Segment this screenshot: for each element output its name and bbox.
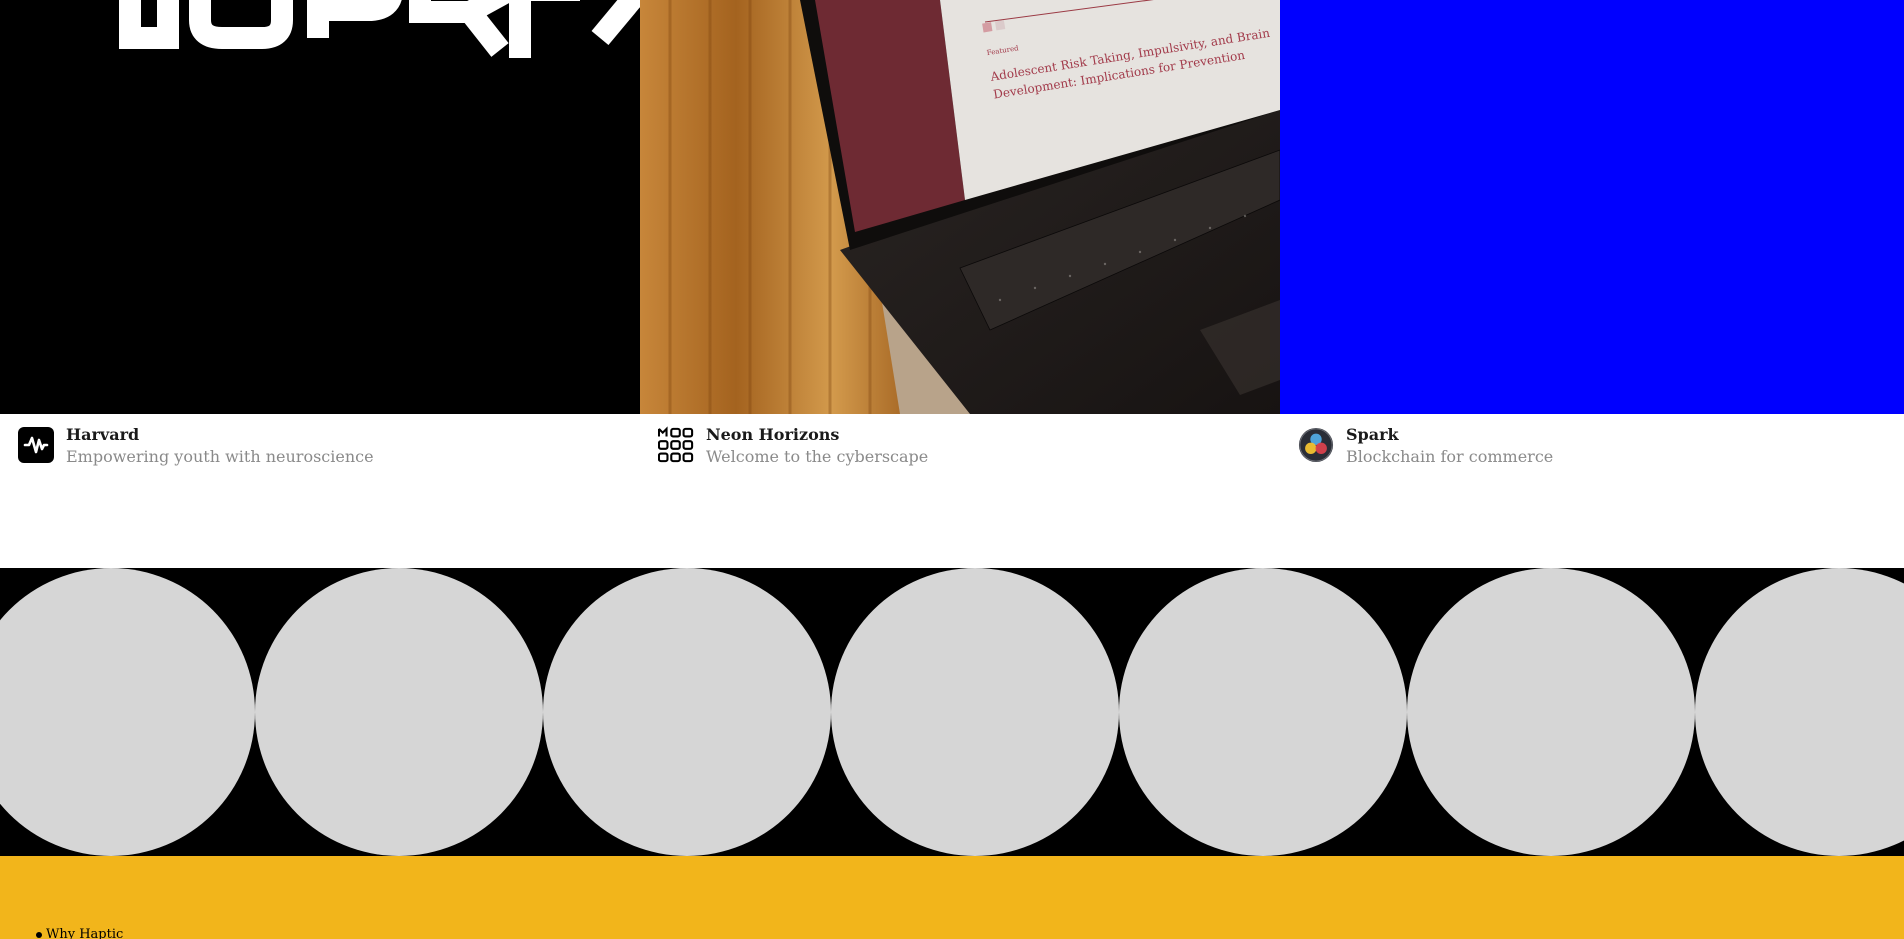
footer-link-why-haptic[interactable]: Why Haptic xyxy=(36,927,123,939)
logo-circle xyxy=(543,568,831,856)
waveform-icon xyxy=(18,427,54,463)
logo-circle xyxy=(255,568,543,856)
logo-circle xyxy=(0,568,255,856)
logo-circle xyxy=(1119,568,1407,856)
tri-color-circle-icon xyxy=(1298,427,1334,463)
footer-link-label[interactable]: Why Haptic xyxy=(46,927,123,939)
card-subtitle: Blockchain for commerce xyxy=(1346,447,1554,466)
logo-circle xyxy=(1407,568,1695,856)
card-title[interactable]: Neon Horizons xyxy=(706,424,928,446)
logo-circle xyxy=(1695,568,1904,856)
grid-dots-icon xyxy=(658,426,694,463)
card-image-harvard[interactable] xyxy=(0,0,640,414)
footer: Why Haptic xyxy=(0,856,1904,939)
card-meta-neon-horizons: Neon Horizons Welcome to the cyberscape xyxy=(658,424,928,468)
project-card-spark[interactable]: Spark Blockchain for commerce xyxy=(1280,0,1904,568)
project-card-neon-horizons[interactable]: Featured Adolescent Risk Taking, Impulsi… xyxy=(640,0,1280,568)
project-cards: Harvard Empowering youth with neuroscien… xyxy=(0,0,1904,568)
card-meta-harvard: Harvard Empowering youth with neuroscien… xyxy=(18,424,374,468)
logo-circles-band xyxy=(0,568,1904,856)
bullet-icon xyxy=(36,932,42,938)
card-title[interactable]: Spark xyxy=(1346,424,1553,446)
logo-circle xyxy=(831,568,1119,856)
card-image-neon-horizons[interactable]: Featured Adolescent Risk Taking, Impulsi… xyxy=(640,0,1280,414)
card-meta-spark: Spark Blockchain for commerce xyxy=(1298,424,1553,468)
laptop-photo: Featured Adolescent Risk Taking, Impulsi… xyxy=(640,0,1280,414)
wordmark-graphic xyxy=(119,0,640,58)
footer-nav: Why Haptic xyxy=(36,927,123,939)
page: Harvard Empowering youth with neuroscien… xyxy=(0,0,1904,939)
card-image-spark[interactable] xyxy=(1280,0,1904,414)
card-title[interactable]: Harvard xyxy=(66,424,374,446)
card-subtitle: Welcome to the cyberscape xyxy=(706,447,929,466)
project-card-harvard[interactable]: Harvard Empowering youth with neuroscien… xyxy=(0,0,640,568)
card-subtitle: Empowering youth with neuroscience xyxy=(66,447,374,466)
